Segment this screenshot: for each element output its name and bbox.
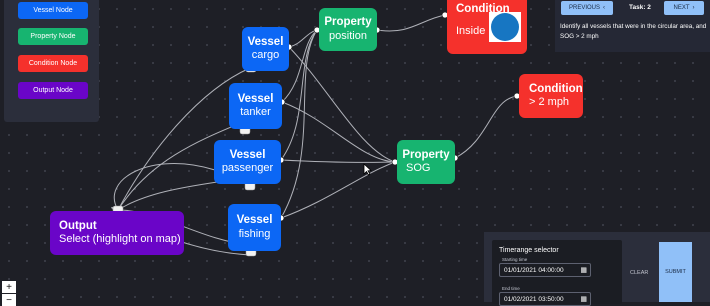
timerange-title: Timerange selector xyxy=(499,247,559,254)
output-action: Select (highlight on map) xyxy=(59,233,181,246)
output-title: Output xyxy=(59,219,97,232)
vessel-node-fishing[interactable]: Vessel fishing xyxy=(228,204,281,251)
condition-node-sog[interactable]: Condition > 2 mph xyxy=(519,74,583,118)
vessel-node-passenger[interactable]: Vessel passenger xyxy=(214,140,281,184)
end-time-input[interactable]: 01/02/2021 03:50:00 ▦ xyxy=(499,292,591,306)
property-sog-name: SOG xyxy=(406,162,431,175)
condition-sog-value: > 2 mph xyxy=(529,96,570,109)
zoom-out-button[interactable]: − xyxy=(2,294,16,306)
start-time-value: 01/01/2021 04:00:00 xyxy=(504,266,564,274)
condition-inside-operator: Inside xyxy=(456,25,486,38)
previous-button[interactable]: PREVIOUS ‹ xyxy=(561,1,613,15)
next-label: NEXT xyxy=(673,5,690,11)
vessel-tanker-title: Vessel xyxy=(237,92,274,105)
zoom-in-button[interactable]: + xyxy=(2,281,16,293)
timerange-selector: Timerange selector Starting time 01/01/2… xyxy=(492,240,622,306)
vessel-node-tanker[interactable]: Vessel tanker xyxy=(229,83,282,129)
property-position-name: position xyxy=(329,29,367,42)
vessel-passenger-type: passenger xyxy=(221,162,274,175)
vessel-cargo-title: Vessel xyxy=(247,35,284,48)
output-node[interactable]: Output Select (highlight on map) xyxy=(50,211,184,255)
task-number: Task: 2 xyxy=(629,4,651,11)
end-time-value: 01/02/2021 03:50:00 xyxy=(504,295,564,303)
vessel-cargo-type: cargo xyxy=(251,49,280,62)
vessel-fishing-type: fishing xyxy=(238,227,271,240)
task-description: Identify all vessels that were in the ci… xyxy=(560,23,707,40)
vessel-tanker-type: tanker xyxy=(240,106,271,119)
property-node-position[interactable]: Property position xyxy=(319,8,377,51)
circle-region-icon xyxy=(491,13,519,41)
condition-sog-title: Condition xyxy=(529,82,583,95)
timerange-panel: Timerange selector Starting time 01/01/2… xyxy=(484,232,710,306)
condition-node-inside[interactable]: Condition Inside xyxy=(447,0,527,54)
property-node-sog[interactable]: Property SOG xyxy=(397,140,455,184)
previous-label: PREVIOUS xyxy=(568,5,600,11)
mouse-cursor-icon xyxy=(363,163,372,176)
start-time-input[interactable]: 01/01/2021 04:00:00 ▦ xyxy=(499,263,591,277)
clear-button[interactable]: CLEAR xyxy=(630,270,648,276)
chevron-right-icon: › xyxy=(692,5,695,11)
property-position-title: Property xyxy=(324,16,372,29)
submit-label: SUBMIT xyxy=(665,269,686,275)
property-sog-title: Property xyxy=(402,148,450,161)
task-panel: PREVIOUS ‹ Task: 2 NEXT › Identify all v… xyxy=(555,0,710,52)
chevron-left-icon: ‹ xyxy=(603,5,605,11)
vessel-passenger-title: Vessel xyxy=(229,148,266,161)
calendar-icon[interactable]: ▦ xyxy=(580,295,587,303)
circular-area-preview[interactable] xyxy=(489,12,521,42)
start-time-label: Starting time xyxy=(502,257,528,262)
calendar-icon[interactable]: ▦ xyxy=(580,266,587,274)
vessel-fishing-title: Vessel xyxy=(236,214,273,227)
submit-button[interactable]: SUBMIT xyxy=(659,242,692,302)
vessel-node-cargo[interactable]: Vessel cargo xyxy=(242,27,289,71)
next-button[interactable]: NEXT › xyxy=(664,1,704,15)
end-time-label: End time xyxy=(502,286,520,291)
